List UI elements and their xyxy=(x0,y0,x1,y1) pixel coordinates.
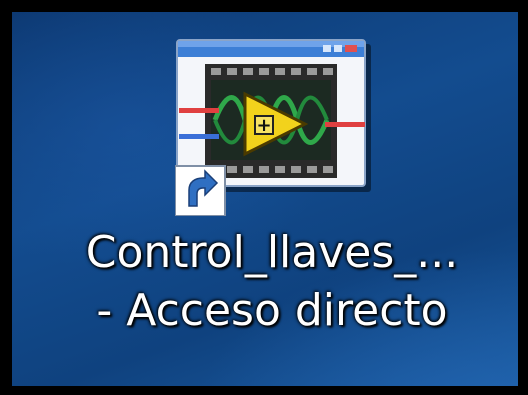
maximize-glyph xyxy=(334,45,342,52)
desktop-background: + Control_llaves_... - Acceso directo xyxy=(12,12,518,386)
labview-vi-icon: + xyxy=(175,39,371,216)
shortcut-label-line2: - Acceso directo xyxy=(96,285,448,336)
close-glyph xyxy=(345,45,357,52)
minimize-glyph xyxy=(323,45,331,52)
screenshot-frame: + Control_llaves_... - Acceso directo xyxy=(0,0,528,395)
shortcut-arrow-icon xyxy=(175,165,226,216)
desktop-shortcut[interactable]: + Control_llaves_... - Acceso directo xyxy=(72,32,472,342)
shortcut-label: Control_llaves_... - Acceso directo xyxy=(72,224,472,340)
svg-text:+: + xyxy=(256,115,271,136)
shortcut-label-line1: Control_llaves_... xyxy=(85,227,459,278)
